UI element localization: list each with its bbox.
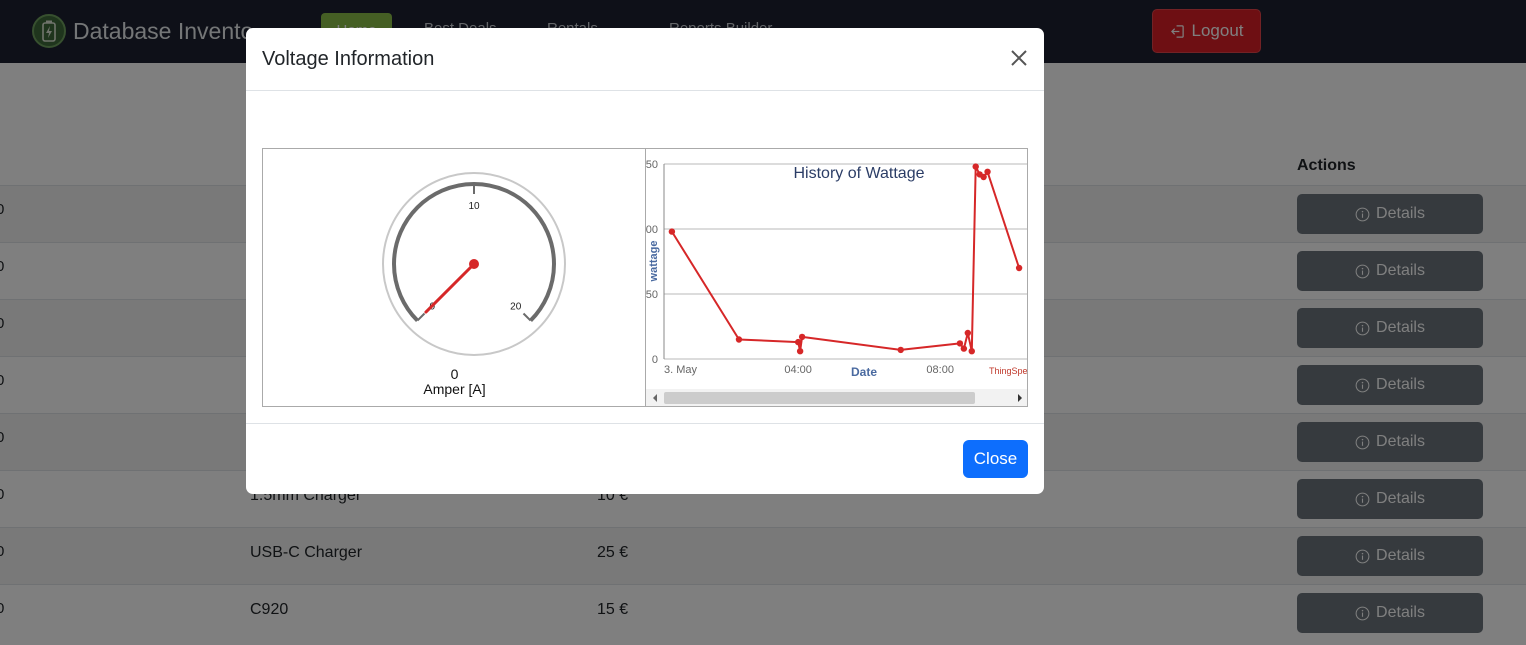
amper-gauge: 01020 0 Amper [A] (263, 149, 646, 406)
modal-title: Voltage Information (262, 48, 435, 70)
chart-x-tick-label: 08:00 (926, 364, 954, 376)
wattage-data-point (798, 333, 806, 341)
close-button[interactable]: Close (963, 440, 1028, 478)
wattage-series-line (671, 165, 1021, 353)
wattage-data-point (984, 168, 991, 175)
chart-y-tick-label: 100 (646, 224, 658, 236)
voltage-modal: Voltage Information 0 10 20 0 Amper [A] 0 5… (246, 28, 1044, 494)
gauge-tick-label: 10 (468, 201, 480, 212)
wattage-chart: 0 50 100 150 History of Wattage wattage 3. May… (646, 149, 1027, 406)
wattage-data-point (897, 346, 904, 354)
chart-x-tick-label: 04:00 (784, 364, 812, 376)
chart-x-axis-label: Date (851, 365, 877, 379)
modal-header: Voltage Information (246, 28, 1044, 91)
gauge-tick-label: 20 (510, 302, 522, 313)
modal-footer: Close (246, 423, 1044, 494)
wattage-chart-svg: 0 50 100 150 History of Wattage wattage 3. May… (646, 159, 1027, 406)
chart-credits: ThingSpeak (989, 366, 1027, 376)
chart-y-tick-label: 50 (646, 289, 658, 301)
chart-y-tick-label: 150 (646, 159, 658, 171)
gauge-unit-label: Amper [A] (423, 381, 486, 397)
chart-y-tick-label: 0 (652, 354, 658, 366)
gauge-value: 0 (450, 366, 459, 382)
widgets-panel: 0 10 20 0 Amper [A] 0 50 100 150 History of Wa… (262, 148, 1028, 407)
wattage-data-point (1015, 264, 1023, 272)
wattage-data-point (980, 173, 987, 181)
wattage-data-point (972, 163, 979, 170)
wattage-data-point (735, 336, 743, 343)
gauge-pivot (469, 259, 479, 269)
wattage-data-point (960, 345, 968, 352)
wattage-data-point (796, 348, 804, 355)
close-icon[interactable] (1009, 48, 1029, 68)
wattage-data-point (956, 340, 964, 347)
wattage-data-point (968, 348, 975, 355)
wattage-data-point (794, 338, 802, 346)
wattage-data-point (964, 329, 972, 337)
chart-title: History of Wattage (793, 165, 924, 182)
chart-x-tick-label: 3. May (664, 364, 698, 376)
wattage-data-point (668, 228, 676, 235)
chart-y-axis-label: wattage (648, 241, 660, 283)
chart-scrollbar-thumb[interactable] (664, 392, 975, 404)
